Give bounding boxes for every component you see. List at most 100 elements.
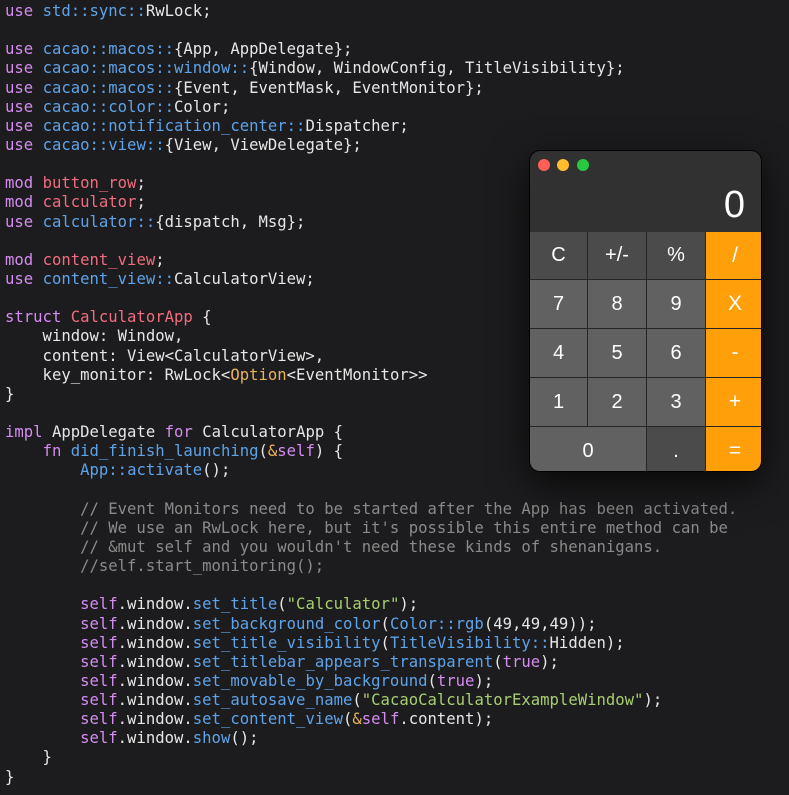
code-token: Option xyxy=(230,365,287,384)
close-window-button[interactable] xyxy=(538,159,550,171)
code-token: use xyxy=(5,269,43,288)
code-token: self xyxy=(80,614,118,633)
multiply-button[interactable]: X xyxy=(706,280,761,328)
code-token: Color:: xyxy=(389,614,456,633)
code-token: use xyxy=(5,40,43,59)
code-token: self xyxy=(361,710,400,729)
code-token: // Event Monitors need to be started aft… xyxy=(5,499,738,518)
code-line: self.window.set_title_visibility(TitleVi… xyxy=(0,634,789,653)
code-token: set_autosave_name xyxy=(192,691,353,710)
code-token: (); xyxy=(202,461,231,480)
code-token: set_titlebar_appears_transparent xyxy=(192,652,494,671)
digit-2-button[interactable]: 2 xyxy=(588,378,646,426)
code-token: std::sync:: xyxy=(42,2,146,20)
calculator-window[interactable]: 0 C +/-%/ 7 8 9 X 4 5 6- 1 2 3 +0. = xyxy=(530,151,761,471)
code-token: use xyxy=(5,78,43,97)
code-token: key_monitor: RwLock< xyxy=(5,365,231,384)
code-line: use cacao::macos::{Event, EventMask, Eve… xyxy=(0,79,789,98)
subtract-button[interactable]: - xyxy=(706,329,761,377)
code-token: ); xyxy=(540,652,559,671)
code-token: {App, AppDelegate}; xyxy=(174,40,353,59)
add-button[interactable]: + xyxy=(706,378,761,426)
digit-8-button[interactable]: 8 xyxy=(588,280,646,328)
code-line: self.window.set_autosave_name("CacaoCalc… xyxy=(0,691,789,710)
code-line: self.window.set_content_view(&self.conte… xyxy=(0,710,789,729)
code-token: true xyxy=(502,652,541,671)
digit-3-button[interactable]: 3 xyxy=(647,378,705,426)
code-token: ); xyxy=(643,691,663,710)
negate-button[interactable]: +/- xyxy=(588,232,646,279)
code-token: ; xyxy=(136,193,146,212)
calculator-keypad: C +/-%/ 7 8 9 X 4 5 6- 1 2 3 +0. = xyxy=(530,232,761,471)
percent-button[interactable]: % xyxy=(647,232,705,279)
code-token: set_background_color xyxy=(192,614,381,633)
code-token: self xyxy=(80,652,118,671)
code-token: use xyxy=(5,59,43,78)
code-token: cacao::macos:: xyxy=(42,40,174,59)
code-token: CalculatorApp xyxy=(70,308,193,327)
calculator-titlebar[interactable] xyxy=(530,151,761,179)
equals-button[interactable]: = xyxy=(706,427,761,471)
code-token: AppDelegate xyxy=(51,423,165,442)
code-line: self.window.show(); xyxy=(0,729,789,748)
code-token: Hidden); xyxy=(549,633,625,652)
code-line: use cacao::notification_center::Dispatch… xyxy=(0,117,789,136)
code-token: use xyxy=(5,212,43,231)
code-token: "CacaoCalculatorExampleWindow" xyxy=(361,691,644,710)
decimal-button[interactable]: . xyxy=(647,427,705,471)
digit-1-button[interactable]: 1 xyxy=(530,378,587,426)
code-token: set_title xyxy=(192,595,278,614)
code-token: ( xyxy=(277,595,287,614)
digit-9-button[interactable]: 9 xyxy=(647,280,705,328)
code-token: self xyxy=(80,595,118,614)
minimize-window-button[interactable] xyxy=(557,159,569,171)
code-token: ); xyxy=(474,671,494,690)
zoom-window-button[interactable] xyxy=(577,159,589,171)
clear-button[interactable]: C xyxy=(530,232,587,279)
code-token: content_view xyxy=(42,250,156,269)
code-line: use cacao::macos::{App, AppDelegate}; xyxy=(0,40,789,59)
code-token: } xyxy=(5,384,15,403)
code-token: use xyxy=(5,97,43,116)
code-token: rgb xyxy=(455,614,484,633)
code-line: self.window.set_titlebar_appears_transpa… xyxy=(0,653,789,672)
code-token: fn xyxy=(42,442,71,461)
code-token: Dispatcher; xyxy=(305,116,409,135)
code-token: App:: xyxy=(80,461,128,480)
digit-5-button[interactable]: 5 xyxy=(588,329,646,377)
code-token: .window. xyxy=(117,729,193,748)
code-token: {Event, EventMask, EventMonitor}; xyxy=(174,78,484,97)
digit-0-button[interactable]: 0 xyxy=(530,427,646,471)
code-token: ( xyxy=(352,691,362,710)
code-token: (49,49,49)); xyxy=(483,614,597,633)
digit-6-button[interactable]: 6 xyxy=(647,329,705,377)
code-line: // &mut self and you wouldn't need these… xyxy=(0,538,789,557)
divide-button[interactable]: / xyxy=(706,232,761,279)
code-token: .window. xyxy=(117,710,193,729)
code-line: } xyxy=(0,748,789,767)
code-token: window: Window, xyxy=(5,327,184,346)
code-token: cacao::color:: xyxy=(42,97,174,116)
code-token: activate xyxy=(127,461,203,480)
digit-4-button[interactable]: 4 xyxy=(530,329,587,377)
code-token: cacao::notification_center:: xyxy=(42,116,306,135)
code-token: mod xyxy=(5,250,43,269)
code-line: use std::sync::RwLock; xyxy=(0,2,789,21)
code-token: .window. xyxy=(117,652,193,671)
code-token: .window. xyxy=(117,595,193,614)
digit-7-button[interactable]: 7 xyxy=(530,280,587,328)
code-token: & xyxy=(267,442,278,461)
code-token: ( xyxy=(380,633,390,652)
code-token: {View, ViewDelegate}; xyxy=(164,135,362,154)
